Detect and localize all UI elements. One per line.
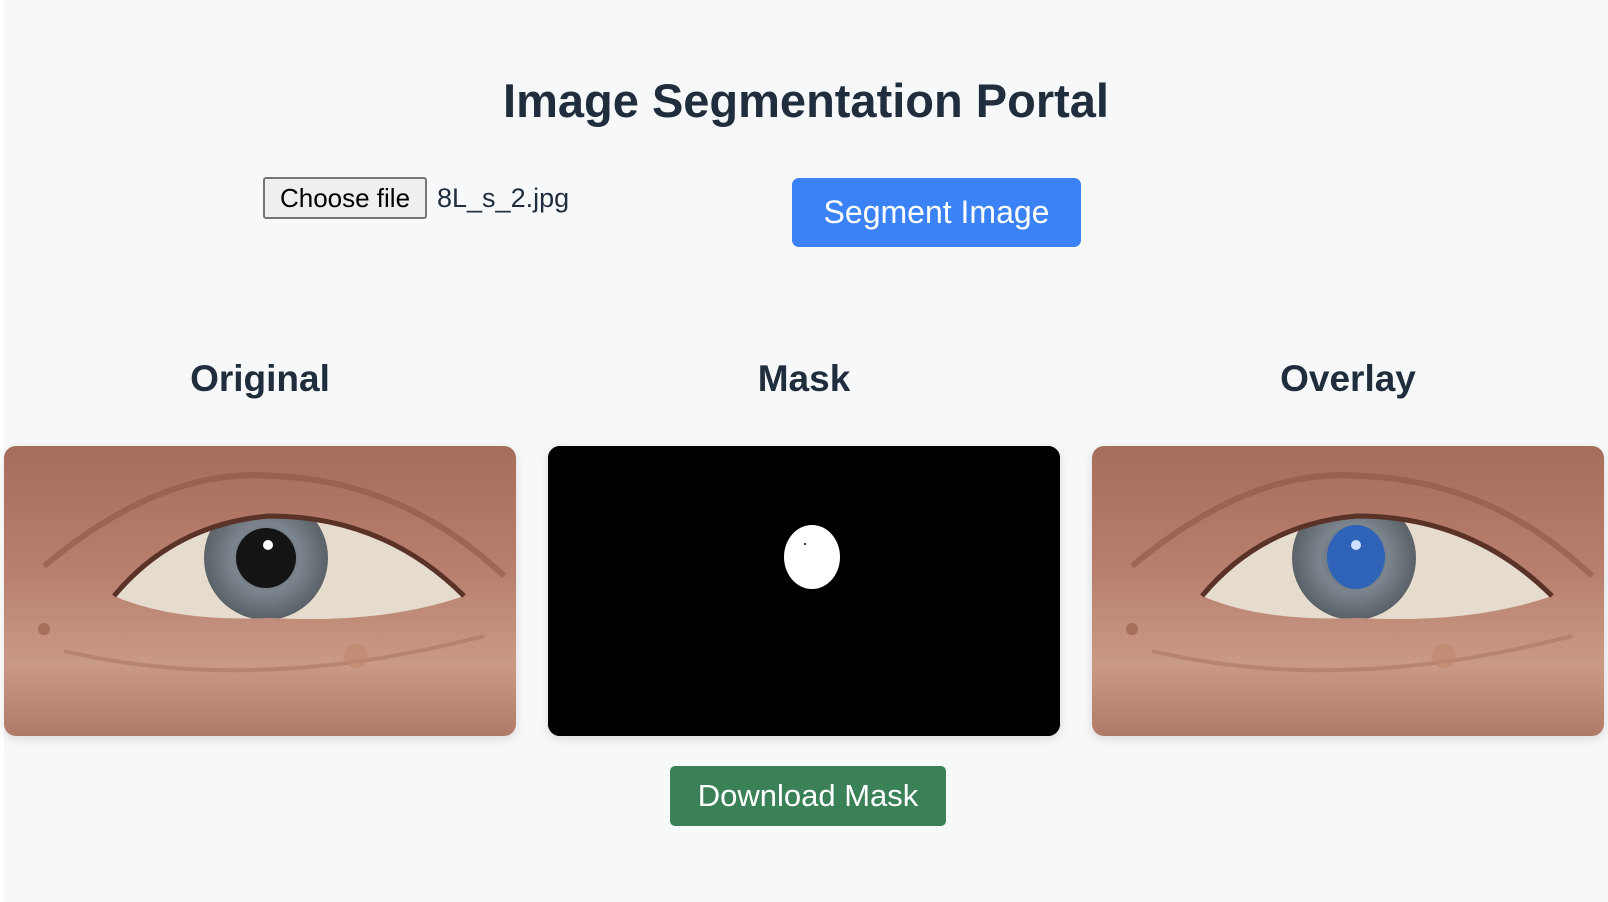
- choose-file-button[interactable]: Choose file: [263, 177, 427, 219]
- page: Image Segmentation Portal Choose file 8L…: [4, 0, 1608, 902]
- selected-file-name: 8L_s_2.jpg: [437, 182, 570, 213]
- mask-image: [548, 446, 1060, 736]
- original-image: [4, 446, 516, 736]
- page-title: Image Segmentation Portal: [503, 74, 1109, 127]
- original-heading: Original: [190, 358, 330, 399]
- segment-image-button[interactable]: Segment Image: [792, 178, 1081, 247]
- eye-photo-overlay: [1092, 446, 1604, 736]
- overlay-image: [1092, 446, 1604, 736]
- mask-heading: Mask: [757, 358, 851, 399]
- download-mask-button[interactable]: Download Mask: [670, 766, 946, 826]
- eye-photo: [4, 446, 516, 736]
- file-input[interactable]: Choose file 8L_s_2.jpg: [263, 177, 569, 219]
- overlay-heading: Overlay: [1280, 358, 1416, 399]
- segmentation-mask: [548, 446, 1060, 736]
